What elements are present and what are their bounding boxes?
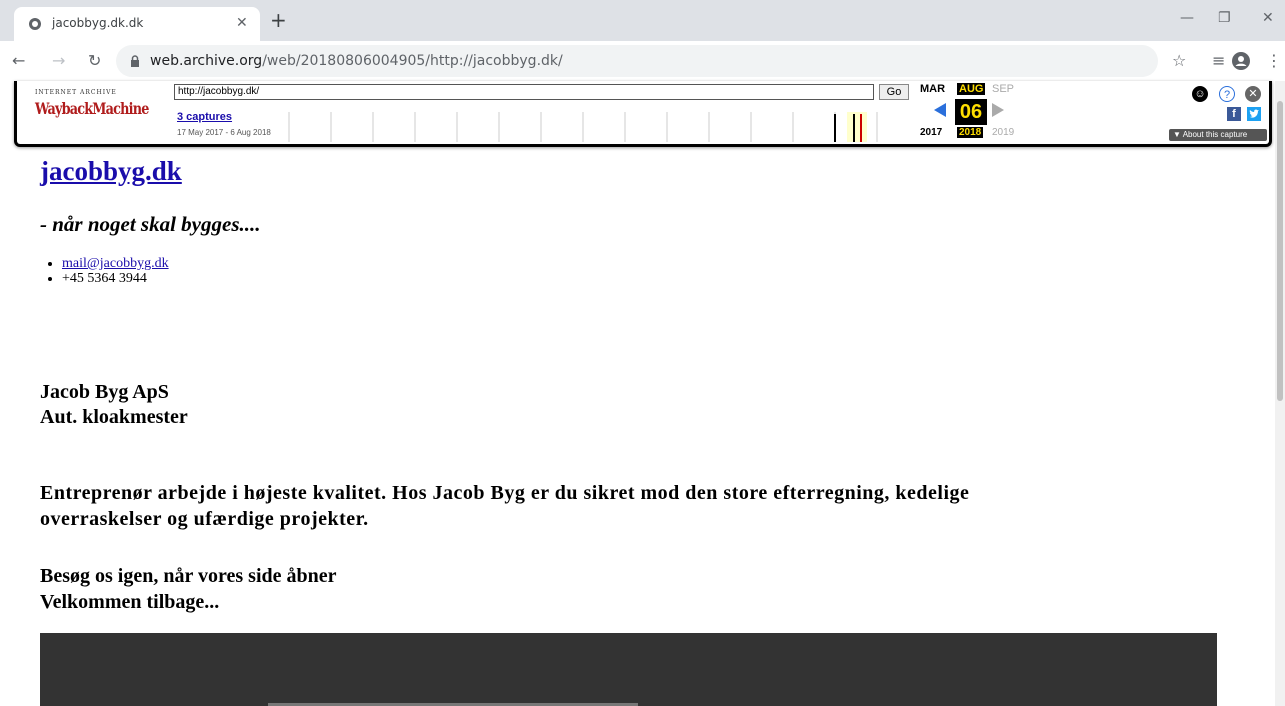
account-icon[interactable]: ☺ <box>1192 86 1208 102</box>
new-tab-button[interactable]: + <box>270 10 287 30</box>
wayback-logo[interactable]: WaybackMachine <box>35 99 149 118</box>
year-next: 2019 <box>992 127 1015 138</box>
globe-icon <box>29 18 41 30</box>
wayback-url-input[interactable]: http://jacobbyg.dk/ <box>174 84 874 100</box>
address-bar[interactable]: web.archive.org/web/20180806004905/http:… <box>116 45 1158 77</box>
prev-capture-arrow-icon[interactable] <box>934 103 946 117</box>
capture-sparkline[interactable] <box>279 112 889 142</box>
tagline: - når noget skal bygges.... <box>40 212 261 236</box>
year-prev[interactable]: 2017 <box>920 127 942 138</box>
company-block: Jacob Byg ApS Aut. kloakmester <box>40 380 188 430</box>
contact-list: mail@jacobbyg.dk +45 5364 3944 <box>62 256 169 286</box>
year-current: 2018 <box>957 127 984 138</box>
url-path: /web/20180806004905/http://jacobbyg.dk/ <box>262 53 563 69</box>
scrollbar-thumb[interactable] <box>1277 101 1283 401</box>
contact-phone-item: +45 5364 3944 <box>62 271 169 286</box>
close-icon[interactable]: ✕ <box>1245 86 1261 102</box>
wayback-toolbar: INTERNET ARCHIVE WaybackMachine http://j… <box>14 81 1272 147</box>
close-tab-icon[interactable]: ✕ <box>236 15 248 31</box>
contact-email-item: mail@jacobbyg.dk <box>62 256 169 271</box>
hero-image <box>40 633 1217 706</box>
about-capture-button[interactable]: ▼ About this capture <box>1169 129 1267 141</box>
profile-icon[interactable] <box>1232 52 1250 70</box>
reload-icon[interactable]: ↻ <box>88 51 101 71</box>
captures-link[interactable]: 3 captures <box>177 111 232 123</box>
bookmark-star-icon[interactable]: ☆ <box>1172 51 1186 71</box>
capture-day: 06 <box>955 99 987 125</box>
tab-strip: jacobbyg.dk.dk ✕ + — ❐ ✕ <box>0 0 1285 41</box>
url-text: web.archive.org/web/20180806004905/http:… <box>150 53 563 69</box>
month-current: AUG <box>957 83 986 95</box>
page-scrollbar[interactable] <box>1275 81 1285 706</box>
url-host: web.archive.org <box>150 53 263 69</box>
next-capture-arrow-icon <box>992 103 1004 117</box>
minimize-icon[interactable]: — <box>1180 10 1194 26</box>
description: Entreprenør arbejde i højeste kvalitet. … <box>40 482 970 530</box>
revisit-line-1: Besøg os igen, når vores side åbner <box>40 565 337 587</box>
menu-icon[interactable]: ⋮ <box>1266 51 1282 71</box>
wayback-go-button[interactable]: Go <box>879 84 909 100</box>
month-prev[interactable]: MAR <box>920 83 945 95</box>
media-queue-icon[interactable]: ≡ <box>1212 51 1225 71</box>
site-title-link[interactable]: jacobbyg.dk <box>40 156 182 187</box>
twitter-icon[interactable] <box>1247 107 1261 121</box>
company-name: Jacob Byg ApS <box>40 381 169 403</box>
lock-icon <box>131 55 139 67</box>
month-next: SEP <box>992 83 1015 95</box>
close-window-icon[interactable]: ✕ <box>1262 10 1274 26</box>
back-icon[interactable]: ← <box>12 51 25 71</box>
company-title: Aut. kloakmester <box>40 406 188 428</box>
tab-title: jacobbyg.dk.dk <box>52 16 144 30</box>
email-link[interactable]: mail@jacobbyg.dk <box>62 256 169 271</box>
revisit-line-2: Velkommen tilbage... <box>40 591 220 613</box>
browser-toolbar: ← → ↻ web.archive.org/web/20180806004905… <box>0 41 1285 81</box>
capture-range: 17 May 2017 - 6 Aug 2018 <box>177 128 271 137</box>
browser-tab[interactable]: jacobbyg.dk.dk ✕ <box>14 7 260 41</box>
forward-icon[interactable]: → <box>52 51 65 71</box>
help-icon[interactable]: ? <box>1219 86 1235 102</box>
restore-icon[interactable]: ❐ <box>1218 10 1231 26</box>
wayback-logo-top: INTERNET ARCHIVE <box>35 89 117 96</box>
revisit-block: Besøg os igen, når vores side åbner Velk… <box>40 563 337 615</box>
facebook-icon[interactable]: f <box>1227 107 1241 121</box>
